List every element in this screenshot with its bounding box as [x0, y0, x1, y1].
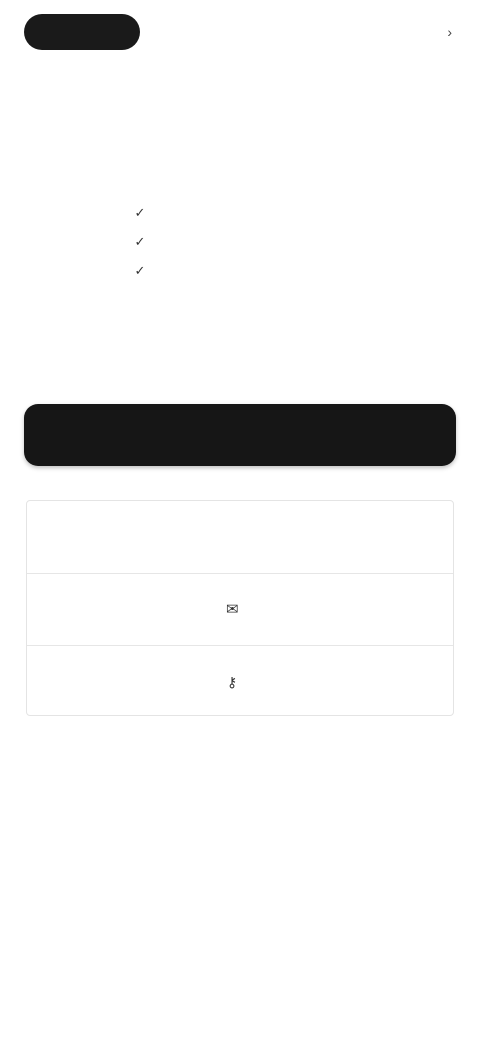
key-icon: ⚷ [227, 673, 238, 690]
check-icon: ✓ [134, 233, 146, 249]
top-bar: › [0, 0, 480, 64]
mail-icon: ✉ [226, 600, 239, 618]
check-icon: ✓ [134, 204, 146, 220]
arrow-right-icon: › [447, 24, 452, 40]
top-right-link[interactable]: › [441, 20, 452, 44]
option-row-primary[interactable] [27, 501, 453, 573]
check-icon: ✓ [134, 262, 146, 278]
feature-item: ✓ [132, 198, 392, 227]
feature-item: ✓ [132, 227, 392, 256]
feature-item: ✓ [132, 256, 392, 285]
feature-list: ✓ ✓ ✓ [132, 198, 392, 285]
sign-in-options-panel: ✉ ⚷ [26, 500, 454, 716]
brand-logo-pill[interactable] [24, 14, 140, 50]
option-row-key[interactable]: ⚷ [27, 645, 453, 717]
primary-action-button[interactable] [24, 404, 456, 466]
option-row-email[interactable]: ✉ [27, 573, 453, 645]
